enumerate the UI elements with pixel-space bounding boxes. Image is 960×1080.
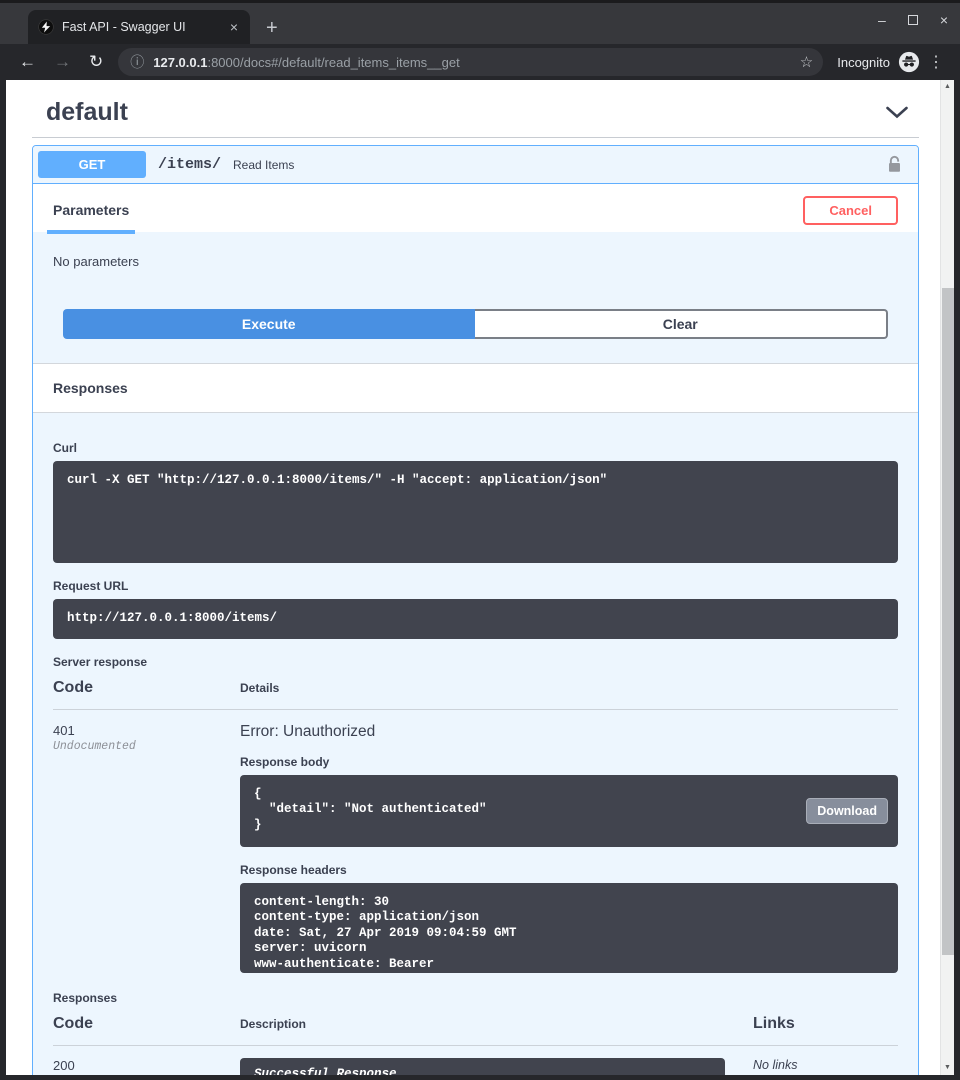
new-tab-icon[interactable]: +	[266, 18, 278, 38]
tag-section-title: default	[46, 98, 128, 127]
window-maximize-icon[interactable]	[908, 15, 918, 25]
collapse-chevron-icon[interactable]	[885, 106, 909, 119]
execute-button[interactable]: Execute	[63, 309, 475, 339]
cancel-button[interactable]: Cancel	[803, 196, 898, 225]
bookmark-star-icon[interactable]: ☆	[800, 53, 813, 71]
window-minimize-icon[interactable]: –	[878, 13, 886, 27]
request-url-label: Request URL	[53, 579, 898, 593]
http-method-badge[interactable]: GET	[38, 151, 146, 178]
response-body-label: Response body	[240, 755, 898, 769]
documented-responses-label: Responses	[53, 991, 898, 1005]
response-body-json[interactable]: { "detail": "Not authenticated" }	[240, 775, 898, 847]
clear-button[interactable]: Clear	[475, 309, 889, 339]
opblock-summary[interactable]: GET /items/ Read Items	[33, 146, 918, 184]
download-button[interactable]: Download	[806, 798, 888, 824]
section-divider	[32, 137, 919, 138]
curl-command-block[interactable]: curl -X GET "http://127.0.0.1:8000/items…	[53, 461, 898, 563]
browser-tab[interactable]: Fast API - Swagger UI ×	[28, 10, 250, 44]
incognito-icon	[898, 51, 920, 73]
operation-path[interactable]: /items/	[158, 156, 221, 173]
col-header-description: Description	[240, 1017, 753, 1031]
table-row: 401 Undocumented Error: Unauthorized Res…	[53, 710, 898, 973]
server-response-table: Code Details 401 Undocumented Error: Una…	[53, 679, 898, 973]
parameters-header-row: Parameters Cancel	[33, 184, 918, 232]
scrollbar-down-icon[interactable]: ▼	[941, 1063, 954, 1073]
success-description-block: Successful Response	[240, 1058, 725, 1076]
page-info-icon[interactable]: ⓘ	[130, 52, 144, 72]
browser-toolbar: ← → ↻ ⓘ 127.0.0.1:8000/docs#/default/rea…	[0, 44, 960, 80]
address-bar[interactable]: ⓘ 127.0.0.1:8000/docs#/default/read_item…	[118, 48, 823, 76]
url-host: 127.0.0.1	[153, 55, 207, 70]
fastapi-favicon-icon	[38, 19, 54, 35]
opblock-get-items: GET /items/ Read Items Parameters Cancel…	[32, 145, 919, 1075]
links-value: No links	[753, 1058, 898, 1076]
curl-label: Curl	[53, 441, 898, 455]
incognito-label: Incognito	[837, 55, 890, 70]
url-text[interactable]: 127.0.0.1:8000/docs#/default/read_items_…	[153, 55, 794, 70]
browser-titlebar: Fast API - Swagger UI × + – ×	[0, 0, 960, 44]
reload-icon[interactable]: ↻	[80, 52, 112, 72]
forward-icon[interactable]: →	[45, 52, 80, 72]
operation-summary: Read Items	[233, 158, 294, 172]
server-response-label: Server response	[53, 655, 898, 669]
tab-close-icon[interactable]: ×	[226, 19, 242, 35]
status-code-200: 200	[53, 1058, 240, 1076]
no-parameters-text: No parameters	[33, 232, 918, 305]
scrollbar-thumb[interactable]	[942, 288, 954, 955]
col-header-code: Code	[53, 679, 240, 697]
page-viewport: default GET /items/ Read Items Parameter…	[6, 80, 954, 1075]
documented-responses-table: Code Description Links 200 Successful Re…	[53, 1015, 898, 1076]
col-header-details: Details	[240, 681, 898, 695]
response-code-note: Undocumented	[53, 740, 240, 753]
scrollbar-up-icon[interactable]: ▲	[941, 82, 954, 92]
col-header-links: Links	[753, 1015, 898, 1033]
table-row: 200 Successful Response No links	[53, 1046, 898, 1076]
response-headers-block[interactable]: content-length: 30 content-type: applica…	[240, 883, 898, 973]
response-code: 401	[53, 723, 240, 738]
page-scrollbar[interactable]: ▲ ▼	[940, 80, 954, 1075]
response-body-block: { "detail": "Not authenticated" } Downlo…	[240, 775, 898, 847]
browser-menu-icon[interactable]: ⋮	[920, 52, 950, 72]
tab-title: Fast API - Swagger UI	[62, 20, 226, 34]
tab-parameters[interactable]: Parameters	[53, 192, 129, 234]
url-path: :8000/docs#/default/read_items_items__ge…	[207, 55, 459, 70]
response-error-title: Error: Unauthorized	[240, 723, 898, 741]
col-header-code: Code	[53, 1015, 240, 1033]
authorize-lock-icon[interactable]	[887, 155, 902, 174]
execute-button-group: Execute Clear	[63, 309, 888, 339]
window-close-icon[interactable]: ×	[940, 13, 948, 27]
request-url-value: http://127.0.0.1:8000/items/	[53, 599, 898, 639]
back-icon[interactable]: ←	[10, 52, 45, 72]
response-headers-label: Response headers	[240, 863, 898, 877]
responses-section-header: Responses	[33, 363, 918, 413]
